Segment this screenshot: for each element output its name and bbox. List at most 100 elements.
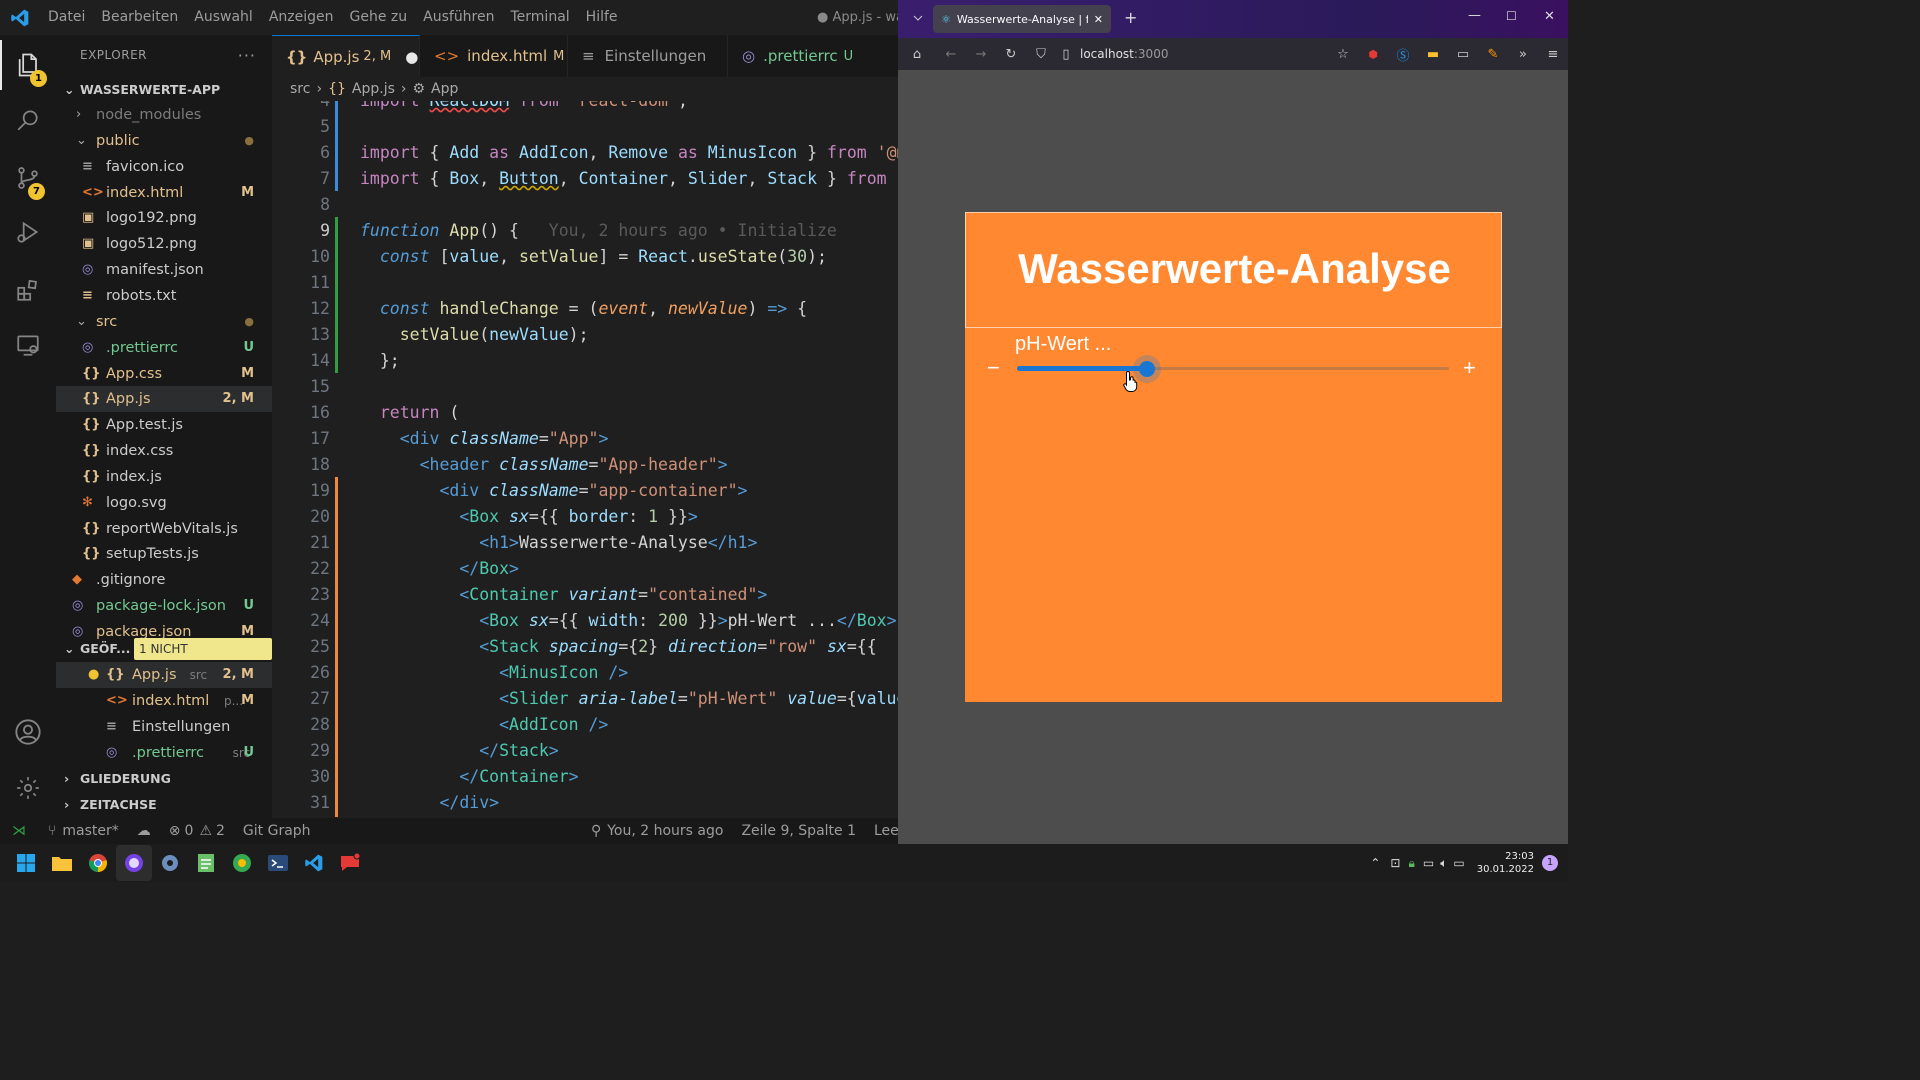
firefox-icon[interactable] <box>116 845 152 881</box>
tree-item[interactable]: <> index.html M <box>56 180 272 206</box>
open-editor-item[interactable]: ◎ .prettierrc src U <box>56 740 272 766</box>
overflow-icon[interactable]: » <box>1508 47 1538 62</box>
tree-item[interactable]: ◎ package-lock.json U <box>56 593 272 619</box>
breadcrumb-file[interactable]: App.js <box>352 81 395 97</box>
powershell-icon[interactable] <box>260 845 296 881</box>
unsaved-dot-icon[interactable]: ● <box>88 662 99 688</box>
chrome-icon[interactable] <box>80 845 116 881</box>
unsaved-dot-icon[interactable]: ● <box>405 48 418 66</box>
maximize-button[interactable]: ☐ <box>1506 9 1517 23</box>
minimize-button[interactable]: — <box>1468 8 1481 23</box>
tree-item[interactable]: ▣ logo512.png <box>56 231 272 257</box>
source-control-icon[interactable]: 7 <box>0 153 56 203</box>
git-branch[interactable]: master* <box>62 823 118 839</box>
extension-s-icon[interactable]: Ⓢ <box>1388 45 1418 64</box>
notepad-icon[interactable] <box>188 845 224 881</box>
browser-tab[interactable]: ⚛ Wasserwerte-Analyse | forum.c ✕ <box>933 5 1111 33</box>
menu-terminal[interactable]: Terminal <box>503 0 578 35</box>
address-bar[interactable]: localhost:3000 <box>1080 47 1168 61</box>
tree-item[interactable]: {} index.css <box>56 438 272 464</box>
tree-item[interactable]: ▣ logo192.png <box>56 205 272 231</box>
close-window-button[interactable]: ✕ <box>1544 9 1555 24</box>
tree-item[interactable]: {} App.css M <box>56 361 272 387</box>
outline-section[interactable]: › GLIEDERUNG <box>56 766 272 792</box>
tab-index-html[interactable]: <> index.html M <box>420 35 568 77</box>
timeline-section[interactable]: › ZEITACHSE <box>56 792 272 818</box>
tab-prettierrc[interactable]: ◎ .prettierrc U <box>728 35 898 77</box>
tree-item[interactable]: {} reportWebVitals.js <box>56 516 272 542</box>
extension-yellow-icon[interactable]: ▬ <box>1418 47 1448 62</box>
windows-start-icon[interactable] <box>8 845 44 881</box>
chrome-dev-icon[interactable] <box>224 845 260 881</box>
sync-icon[interactable]: ☁ <box>137 823 151 839</box>
vscode-taskbar-icon[interactable] <box>296 845 332 881</box>
file-explorer-icon[interactable] <box>44 845 80 881</box>
bookmark-star-icon[interactable]: ☆ <box>1328 47 1358 62</box>
menu-auswahl[interactable]: Auswahl <box>186 0 261 35</box>
network-icon[interactable]: ▭ <box>1423 856 1434 870</box>
notification-badge[interactable]: 1 <box>1542 855 1558 871</box>
tree-item[interactable]: ◎ manifest.json <box>56 257 272 283</box>
chat-app-icon[interactable] <box>332 845 368 881</box>
menu-bearbeiten[interactable]: Bearbeiten <box>93 0 186 35</box>
container-icon[interactable]: ▭ <box>1448 47 1478 62</box>
new-tab-button[interactable]: + <box>1124 8 1137 27</box>
tree-item[interactable]: ≡ robots.txt <box>56 283 272 309</box>
open-editor-item[interactable]: ● {} App.js src 2, M <box>56 662 272 688</box>
tree-item[interactable]: ◎ .prettierrc U <box>56 335 272 361</box>
reload-icon[interactable]: ↻ <box>996 47 1026 62</box>
tab-app-js[interactable]: {} App.js 2, M ● <box>272 35 420 77</box>
explorer-icon[interactable]: 1 <box>0 40 56 90</box>
tray-chevron-icon[interactable]: ⌃ <box>1370 856 1380 870</box>
error-count[interactable]: 0 <box>185 823 194 839</box>
extension-brush-icon[interactable]: ✎ <box>1478 47 1508 62</box>
close-tab-icon[interactable]: ✕ <box>1094 13 1103 26</box>
indent-info[interactable]: Lee <box>874 823 898 839</box>
remote-explorer-icon[interactable] <box>0 320 56 370</box>
settings-gear-icon[interactable] <box>0 763 56 813</box>
app-menu-icon[interactable]: ≡ <box>1538 47 1568 62</box>
extensions-icon[interactable] <box>0 265 56 315</box>
home-icon[interactable]: ⌂ <box>898 47 936 62</box>
back-icon[interactable]: ← <box>936 47 966 62</box>
forward-icon[interactable]: → <box>966 47 996 62</box>
tree-item[interactable]: › node_modules <box>56 102 272 128</box>
menu-ausfuehren[interactable]: Ausführen <box>415 0 502 35</box>
tree-item[interactable]: {} setupTests.js <box>56 541 272 567</box>
run-debug-icon[interactable] <box>0 207 56 257</box>
shield-icon[interactable]: ⛉ <box>1026 47 1056 62</box>
status-blame[interactable]: You, 2 hours ago <box>607 823 723 839</box>
minus-icon[interactable]: − <box>987 355 1000 381</box>
open-editors-section[interactable]: ⌄ GEÖF... 1 NICHT GESPEICHERT <box>56 636 272 678</box>
code-editor[interactable]: 4 5 6 7 8 9 10 11 12 13 14 15 16 17 18 19 20 21 22 23 24 25 26… <box>272 101 898 818</box>
slider-thumb[interactable] <box>1138 361 1155 377</box>
explorer-more-button[interactable]: ··· <box>238 46 256 65</box>
remote-icon[interactable]: ⋊ <box>0 823 38 839</box>
tray-app-icon[interactable]: ⊡ <box>1390 856 1400 870</box>
tree-item[interactable]: ≡ favicon.ico <box>56 154 272 180</box>
battery-icon[interactable]: ▭ <box>1453 856 1464 870</box>
tree-item[interactable]: {} App.test.js <box>56 412 272 438</box>
tray-lock-icon[interactable]: 🔒︎ <box>1408 856 1414 871</box>
tree-item[interactable]: {} index.js <box>56 464 272 490</box>
tab-einstellungen[interactable]: ≡ Einstellungen <box>568 35 728 77</box>
warning-count[interactable]: 2 <box>216 823 225 839</box>
tab-list-icon[interactable] <box>912 12 924 24</box>
project-root[interactable]: ⌄ WASSERWERTE-APP <box>56 77 272 103</box>
menu-anzeigen[interactable]: Anzeigen <box>261 0 342 35</box>
open-editor-item[interactable]: <> index.html p... M <box>56 688 272 714</box>
breadcrumb-src[interactable]: src <box>290 81 310 97</box>
clock[interactable]: 23:03 30.01.2022 <box>1477 850 1534 876</box>
tree-item[interactable]: ✻ logo.svg <box>56 490 272 516</box>
git-graph-button[interactable]: Git Graph <box>243 823 311 839</box>
tree-item[interactable]: ⌄ public ● <box>56 128 272 154</box>
plus-icon[interactable]: + <box>1463 355 1476 381</box>
menu-hilfe[interactable]: Hilfe <box>578 0 626 35</box>
volume-icon[interactable]: 🔈︎ <box>1440 856 1447 871</box>
tree-item[interactable]: ◆ .gitignore <box>56 567 272 593</box>
ublock-icon[interactable]: ⬢ <box>1358 48 1388 61</box>
open-editor-item[interactable]: ≡ Einstellungen <box>56 714 272 740</box>
tree-item[interactable]: {} App.js 2, M <box>56 386 272 413</box>
cursor-position[interactable]: Zeile 9, Spalte 1 <box>741 823 856 839</box>
tree-item[interactable]: ⌄ src ● <box>56 309 272 335</box>
